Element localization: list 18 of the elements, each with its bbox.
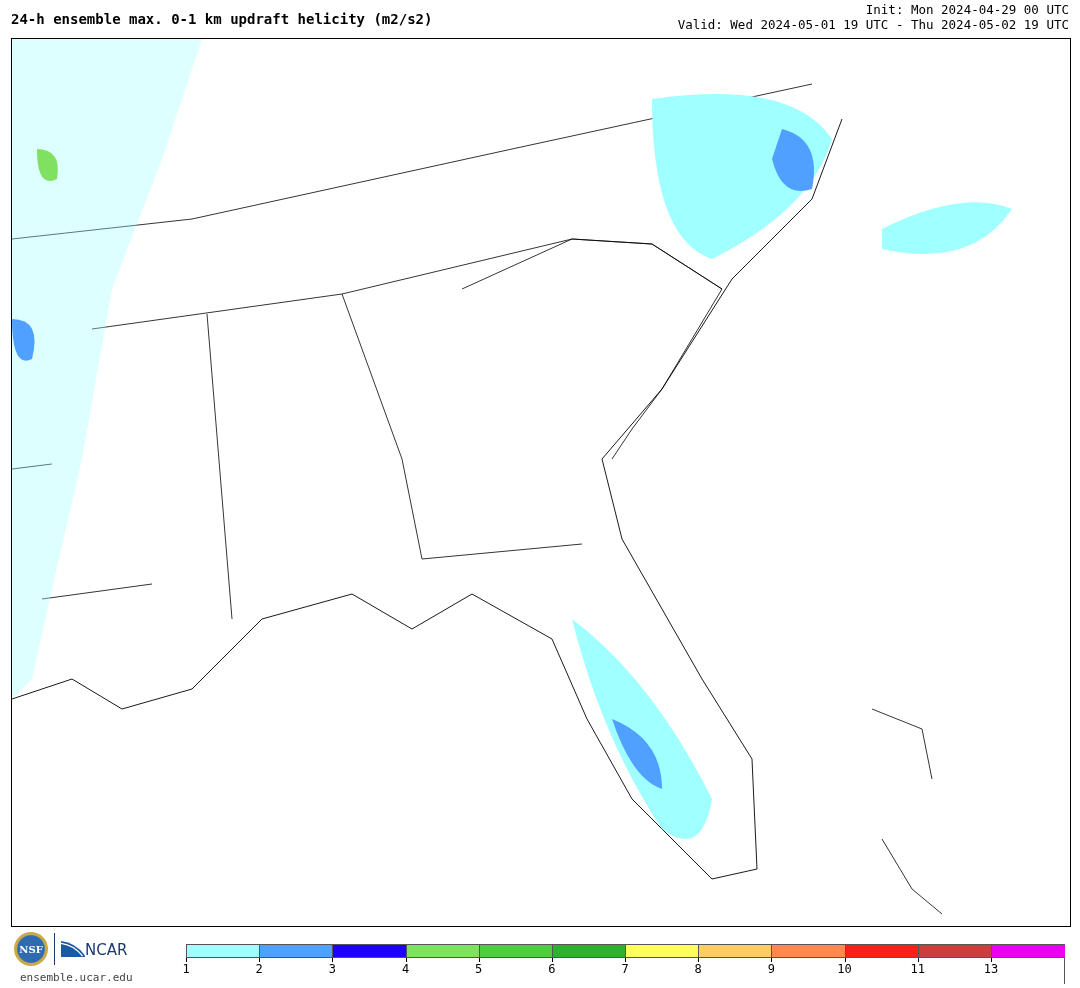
tick-label: 4 xyxy=(401,962,410,976)
tick-label: 2 xyxy=(255,962,263,976)
chart-title: 24-h ensemble max. 0-1 km updraft helicity (m2/s2) xyxy=(11,11,433,29)
tick-label: 3 xyxy=(328,962,336,976)
tick-label: 5 xyxy=(475,962,483,976)
website-url: ensemble.ucar.edu xyxy=(19,971,133,984)
tick-label: 7 xyxy=(621,962,629,976)
tick-label: 1 xyxy=(182,962,190,976)
tick-label: 6 xyxy=(548,962,556,976)
tick-label: 9 xyxy=(767,962,775,976)
tick-label: 13 xyxy=(983,962,999,976)
tick-label: 8 xyxy=(694,962,702,976)
valid-period: Valid: Wed 2024-05-01 19 UTC - Thu 2024-05-02 19 UTC xyxy=(677,17,1069,32)
tick-label: 11 xyxy=(910,962,925,976)
nsf-logo: NSF xyxy=(14,932,48,966)
init-time: Init: Mon 2024-04-29 00 UTC xyxy=(865,2,1069,17)
tick-label: 10 xyxy=(837,962,852,976)
ncar-logo: NCAR xyxy=(61,939,128,959)
